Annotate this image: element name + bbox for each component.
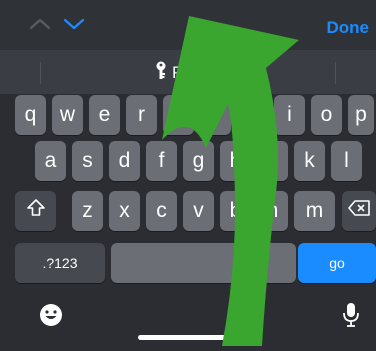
chevron-down-icon[interactable] (62, 14, 86, 34)
key-j[interactable]: j (257, 141, 288, 181)
passwords-button[interactable]: P (154, 61, 184, 86)
suggestion-divider (40, 62, 41, 84)
key-h[interactable]: h (220, 141, 251, 181)
suggestion-divider (335, 62, 336, 84)
home-indicator (138, 335, 238, 340)
emoji-icon[interactable] (38, 302, 64, 333)
passwords-label: P (172, 63, 184, 82)
key-m[interactable]: m (294, 191, 335, 231)
key-l[interactable]: l (331, 141, 362, 181)
numbers-key[interactable]: .?123 (15, 243, 105, 283)
delete-key[interactable] (342, 191, 376, 231)
done-button[interactable]: Done (327, 18, 370, 38)
keyboard: q w e r t y u i o p a s d f g h j k l z … (0, 94, 376, 346)
key-w[interactable]: w (52, 95, 83, 135)
key-o[interactable]: o (311, 95, 342, 135)
key-n[interactable]: n (257, 191, 288, 231)
space-bar[interactable] (111, 243, 296, 283)
key-k[interactable]: k (294, 141, 325, 181)
key-x[interactable]: x (109, 191, 140, 231)
key-e[interactable]: e (89, 95, 120, 135)
key-d[interactable]: d (109, 141, 140, 181)
key-f[interactable]: f (146, 141, 177, 181)
chevron-up-icon[interactable] (28, 14, 52, 34)
key-q[interactable]: q (15, 95, 46, 135)
key-t[interactable]: t (163, 95, 194, 135)
key-u[interactable]: u (237, 95, 268, 135)
key-y[interactable]: y (200, 95, 231, 135)
key-a[interactable]: a (35, 141, 66, 181)
key-s[interactable]: s (72, 141, 103, 181)
delete-icon (347, 199, 371, 223)
key-p[interactable]: p (348, 95, 374, 135)
shift-icon (26, 198, 46, 224)
key-i[interactable]: i (274, 95, 305, 135)
password-suggestion-bar: P (0, 50, 376, 94)
shift-key[interactable] (15, 191, 56, 231)
key-c[interactable]: c (146, 191, 177, 231)
key-b[interactable]: b (220, 191, 251, 231)
key-g[interactable]: g (183, 141, 214, 181)
key-icon (154, 61, 168, 86)
keyboard-accessory-bar: Done (0, 0, 376, 50)
key-v[interactable]: v (183, 191, 214, 231)
key-z[interactable]: z (72, 191, 103, 231)
go-button[interactable]: go (298, 243, 376, 283)
key-r[interactable]: r (126, 95, 157, 135)
microphone-icon[interactable] (341, 301, 361, 334)
